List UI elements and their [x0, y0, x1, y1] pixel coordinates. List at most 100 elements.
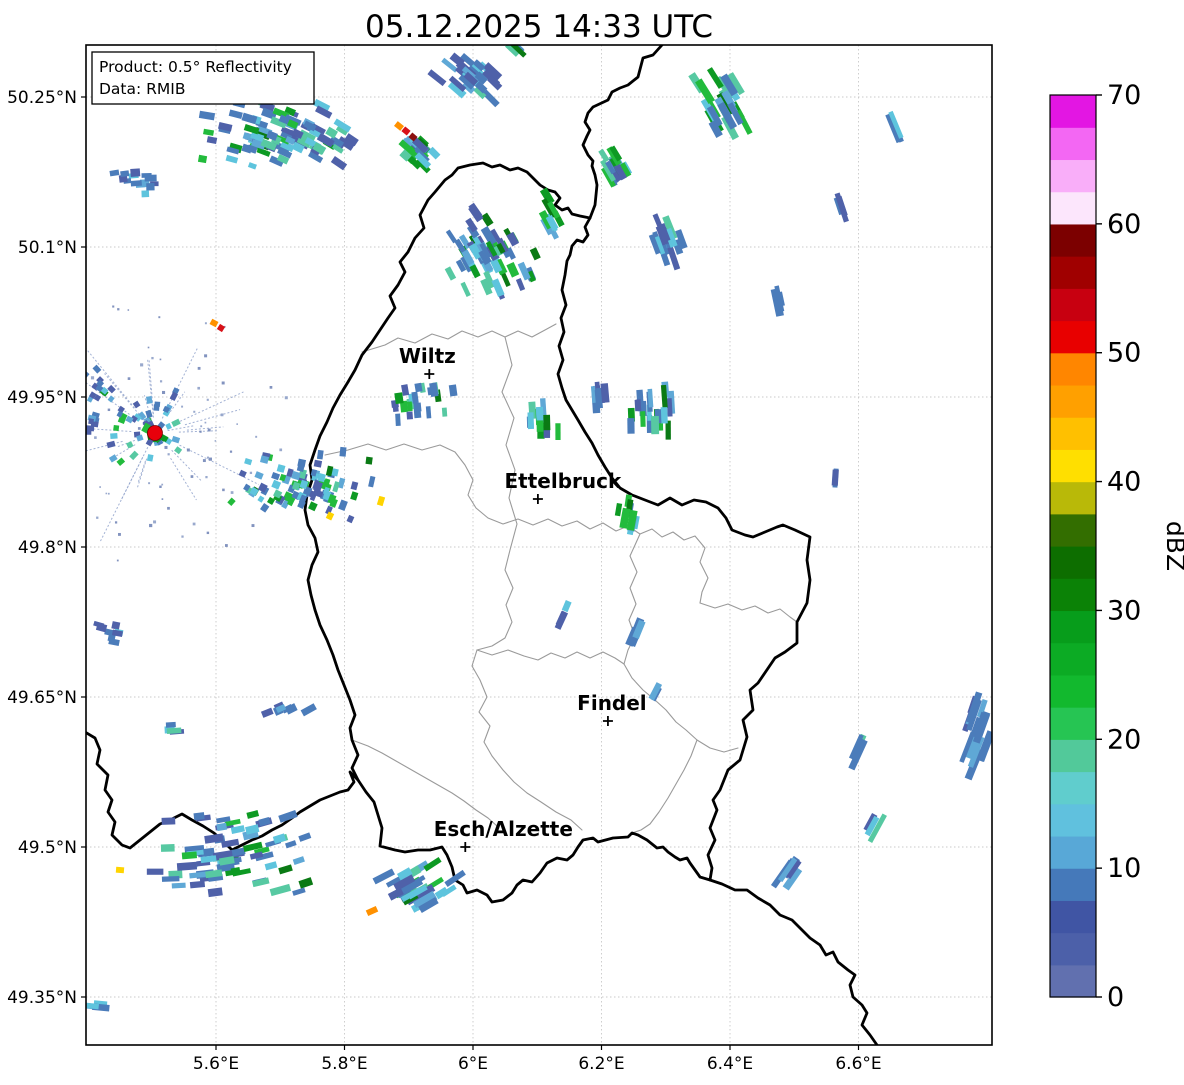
- echo-cell: [543, 414, 551, 431]
- clutter-spoke: [99, 456, 144, 542]
- echo-cell: [153, 404, 160, 411]
- echo-cell: [254, 471, 264, 480]
- clutter-speckle: [197, 366, 201, 370]
- clutter-speckle: [220, 413, 224, 417]
- echo-cell: [207, 887, 223, 898]
- echo-cell: [144, 174, 157, 182]
- clutter-speckle: [202, 459, 206, 463]
- echo-cell: [292, 856, 305, 865]
- clutter-speckle: [127, 309, 130, 311]
- echo-cell: [260, 707, 274, 718]
- strong-echo-cell: [376, 495, 386, 507]
- belgium-france-border: [86, 730, 360, 852]
- y-tick-label: 50.25°N: [7, 88, 77, 108]
- echo-cell: [527, 412, 535, 430]
- echo-cell: [368, 475, 376, 488]
- echo-cell: [313, 459, 323, 468]
- echo-cell: [259, 503, 270, 513]
- canton-border-east-stub: [699, 602, 798, 623]
- clutter-speckle: [164, 445, 168, 449]
- colorbar-segment: [1050, 127, 1096, 161]
- clutter-speckle: [118, 532, 121, 536]
- x-tick-label: 5.6°E: [193, 1054, 239, 1074]
- echo-cell: [350, 491, 359, 501]
- clutter-speckle: [149, 523, 153, 528]
- info-product-line: Product: 0.5° Reflectivity: [99, 58, 292, 76]
- colorbar-segment: [1050, 803, 1096, 837]
- echo-cell: [107, 395, 115, 403]
- echo-cell: [129, 450, 139, 461]
- clutter-speckle: [230, 491, 234, 494]
- clutter-speckle: [140, 363, 144, 367]
- city-label: Esch/Alzette: [434, 817, 573, 841]
- echo-cell: [130, 168, 141, 178]
- colorbar-segment: [1050, 320, 1096, 354]
- y-tick-label: 49.8°N: [18, 538, 77, 558]
- echo-cell: [292, 887, 306, 896]
- france-germany-border: [708, 878, 879, 1045]
- colorbar: 0 10 20 30 40 50 60 70: [1049, 80, 1141, 1013]
- x-tick-label: 6°E: [458, 1054, 488, 1074]
- echo-cell: [529, 247, 541, 261]
- clutter-speckle: [167, 506, 170, 510]
- clutter-speckle: [159, 358, 162, 361]
- colorbar-segment: [1050, 964, 1096, 998]
- echo-cell: [120, 170, 130, 177]
- y-tick-label: 49.95°N: [7, 388, 77, 408]
- belgium-germany-border: [581, 45, 664, 220]
- strong-echo-cell: [216, 323, 226, 333]
- echo-cell: [627, 418, 635, 434]
- clutter-speckle: [137, 427, 141, 430]
- colorbar-tick-label: 10: [1107, 853, 1141, 884]
- clutter-speckle: [181, 405, 184, 408]
- echo-cell: [247, 162, 257, 170]
- axis-ticks-and-labels: 5.6°E 5.8°E 6°E 6.2°E 6.4°E 6.6°E 50.25°N 50.1°…: [7, 88, 882, 1074]
- colorbar-segment: [1050, 288, 1096, 322]
- clutter-speckle: [153, 520, 157, 524]
- colorbar-segment: [1050, 449, 1096, 483]
- echo-cell: [109, 169, 120, 177]
- echo-cell: [276, 464, 286, 473]
- clutter-speckle: [251, 524, 255, 528]
- echo-cell: [126, 441, 134, 449]
- clutter-speckle: [23, 418, 25, 420]
- clutter-spoke: [179, 391, 244, 422]
- clutter-speckle: [114, 521, 118, 524]
- clutter-spoke: [167, 425, 195, 432]
- echo-cell: [338, 499, 348, 511]
- echo-cell: [346, 514, 355, 524]
- echo-cell: [171, 435, 181, 444]
- country-borders: [86, 45, 879, 1045]
- clutter-spoke: [91, 428, 132, 432]
- echo-cell: [536, 420, 544, 432]
- clutter-speckle: [167, 453, 170, 456]
- echo-cell: [86, 425, 95, 432]
- echo-cell: [264, 861, 278, 871]
- colorbar-tick-label: 70: [1107, 80, 1141, 111]
- clutter-speckle: [90, 376, 95, 380]
- clutter-speckle: [158, 316, 161, 319]
- echo-cell: [269, 883, 292, 897]
- colorbar-segment: [1050, 610, 1096, 644]
- echo-cell: [413, 402, 422, 412]
- echo-cell: [831, 469, 839, 486]
- y-tick-label: 49.5°N: [18, 838, 77, 858]
- echo-cell: [238, 469, 247, 478]
- echo-cell: [272, 833, 287, 844]
- colorbar-tick-label: 60: [1107, 209, 1141, 240]
- clutter-speckle: [229, 450, 233, 453]
- colorbar-segment: [1050, 868, 1096, 901]
- echo-cell: [86, 368, 90, 379]
- clutter-speckle: [269, 386, 273, 389]
- clutter-speckle: [66, 429, 69, 432]
- colorbar-segment: [1050, 835, 1096, 869]
- clutter-speckle: [116, 559, 119, 562]
- clutter-speckle: [207, 428, 211, 432]
- clutter-speckle: [205, 475, 208, 479]
- echo-cell: [554, 610, 569, 630]
- echo-cell: [174, 446, 183, 455]
- echo-cell: [181, 851, 198, 860]
- clutter-speckle: [31, 451, 33, 453]
- clutter-speckle: [236, 423, 238, 425]
- clutter-speckle: [204, 354, 208, 358]
